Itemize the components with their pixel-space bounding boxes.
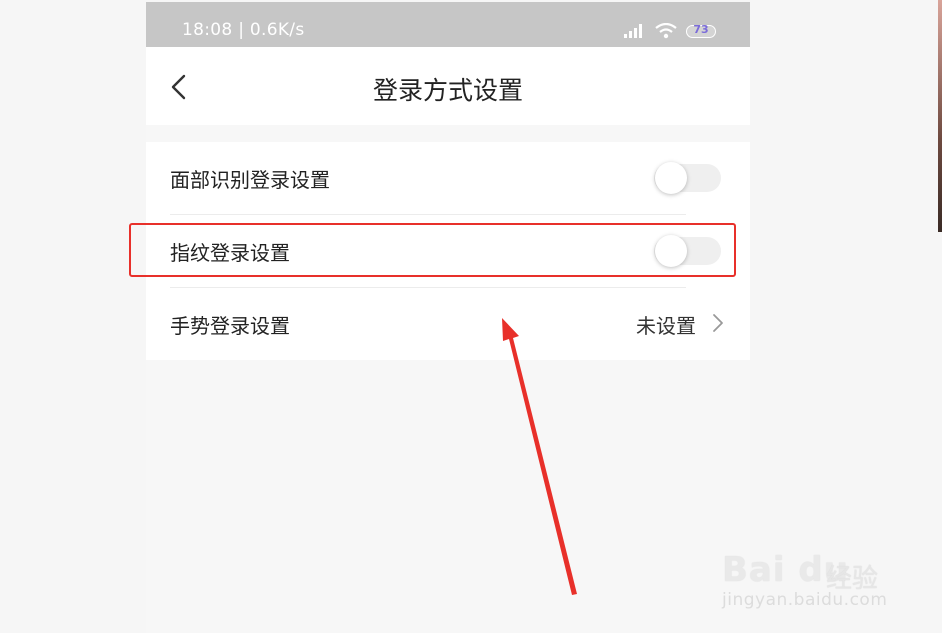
gesture-login-label: 手势登录设置 [170,314,290,338]
signal-icon [624,24,642,38]
face-login-label: 面部识别登录设置 [170,168,330,192]
gesture-login-row[interactable]: 手势登录设置 未设置 [146,288,750,361]
status-time: 18:08 | 0.6K/s [182,20,305,40]
battery-icon: 73 [686,22,716,38]
face-login-toggle[interactable] [654,162,721,194]
gesture-login-value: 未设置 [636,314,696,338]
battery-level: 73 [693,22,709,36]
fingerprint-login-toggle[interactable] [654,235,721,267]
toggle-knob [655,235,687,267]
status-bar: 18:08 | 0.6K/s 73 [146,2,750,47]
settings-list: 面部识别登录设置 指纹登录设置 手势登录设置 未设置 [146,142,750,360]
background-strip [938,0,942,232]
toggle-knob [655,162,687,194]
fingerprint-login-row[interactable]: 指纹登录设置 [146,215,750,288]
page-title: 登录方式设置 [372,76,523,105]
wifi-icon [655,23,677,39]
chevron-right-icon [713,314,723,332]
fingerprint-login-label: 指纹登录设置 [170,241,290,265]
watermark: Bai du 经验 jingyan.baidu.com [722,528,922,618]
face-login-row[interactable]: 面部识别登录设置 [146,142,750,215]
status-icons: 73 [624,20,716,42]
nav-bar: 登录方式设置 [146,47,750,125]
watermark-text: 经验 [826,564,879,594]
phone-screen: 18:08 | 0.6K/s 73 登录方式设置 面部识别登录设置 指纹登录设置… [146,2,750,633]
